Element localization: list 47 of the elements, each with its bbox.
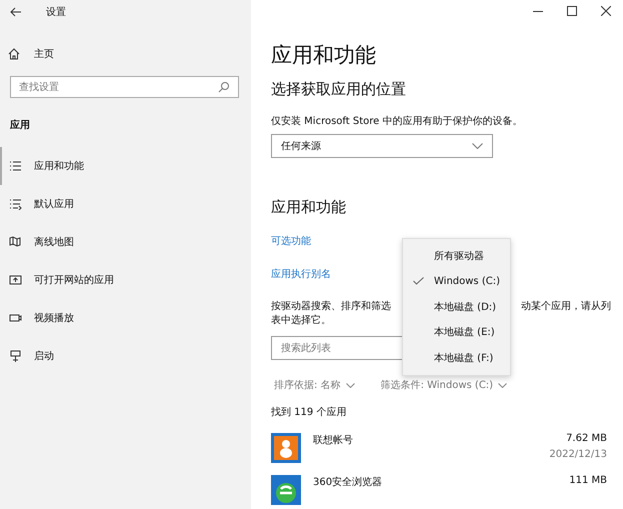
app-date: 2022/12/13 — [549, 449, 607, 460]
app-size: 111 MB — [569, 475, 607, 486]
link[interactable]: 应用执行别名 — [271, 267, 331, 281]
sidebar-item[interactable]: 离线地图 — [0, 223, 251, 261]
source-dropdown[interactable]: 任何来源 — [271, 134, 493, 158]
video-icon — [9, 312, 22, 324]
back-icon[interactable] — [10, 7, 22, 17]
chevron-icon — [346, 382, 355, 388]
sidebar-item[interactable]: 视频播放 — [0, 299, 251, 337]
chevron-icon — [498, 382, 508, 388]
section-heading: 选择获取应用的位置 — [271, 80, 406, 99]
page-title: 应用和功能 — [271, 42, 376, 69]
section-heading: 应用 — [10, 118, 31, 132]
sidebar-item[interactable]: 可打开网站的应用 — [0, 261, 251, 299]
link[interactable]: 可选功能 — [271, 234, 311, 248]
search-field[interactable]: 查找设置 — [10, 76, 239, 98]
home-item[interactable]: 主页 — [8, 42, 251, 66]
sort-dropdown[interactable]: 排序依据: 名称 — [274, 378, 355, 392]
filter-note: 表中选择它。 — [271, 314, 331, 328]
app-count: 找到 119 个应用 — [271, 406, 346, 419]
close-button[interactable] — [601, 6, 611, 16]
list-arrow-icon — [9, 198, 22, 210]
chevron-icon — [472, 143, 483, 149]
sidebar-item[interactable]: 默认应用 — [0, 185, 251, 223]
menu-item[interactable]: 所有驱动器 — [403, 243, 510, 268]
filter-note: 按驱动器搜索、排序和筛选 — [271, 300, 391, 314]
menu-item[interactable]: Windows (C:) — [403, 268, 510, 294]
window-arrow-icon — [9, 274, 22, 286]
sidebar-item[interactable]: 启动 — [0, 337, 251, 375]
list-icon — [9, 160, 22, 172]
section-heading: 应用和功能 — [271, 198, 346, 217]
maximize-button[interactable] — [567, 6, 577, 16]
browser-icon — [271, 475, 301, 505]
app-size: 7.62 MB — [566, 433, 607, 444]
filter-note: 动某个应用，请从列 — [521, 300, 611, 314]
search-icon — [218, 81, 230, 93]
filter-dropdown[interactable]: 筛选条件: Windows (C:) — [380, 378, 508, 392]
app-name: 360安全浏览器 — [313, 476, 384, 490]
monitor-icon — [9, 350, 22, 362]
minimize-button[interactable] — [533, 10, 543, 12]
app-name: 联想帐号 — [313, 434, 354, 448]
window-title: 设置 — [46, 6, 66, 19]
home-icon — [8, 48, 20, 60]
location-note: 仅安装 Microsoft Store 中的应用有助于保护你的设备。 — [271, 114, 522, 128]
menu-item[interactable]: 本地磁盘 (D:) — [403, 294, 510, 320]
map-icon — [9, 236, 22, 248]
person-icon — [271, 433, 301, 463]
